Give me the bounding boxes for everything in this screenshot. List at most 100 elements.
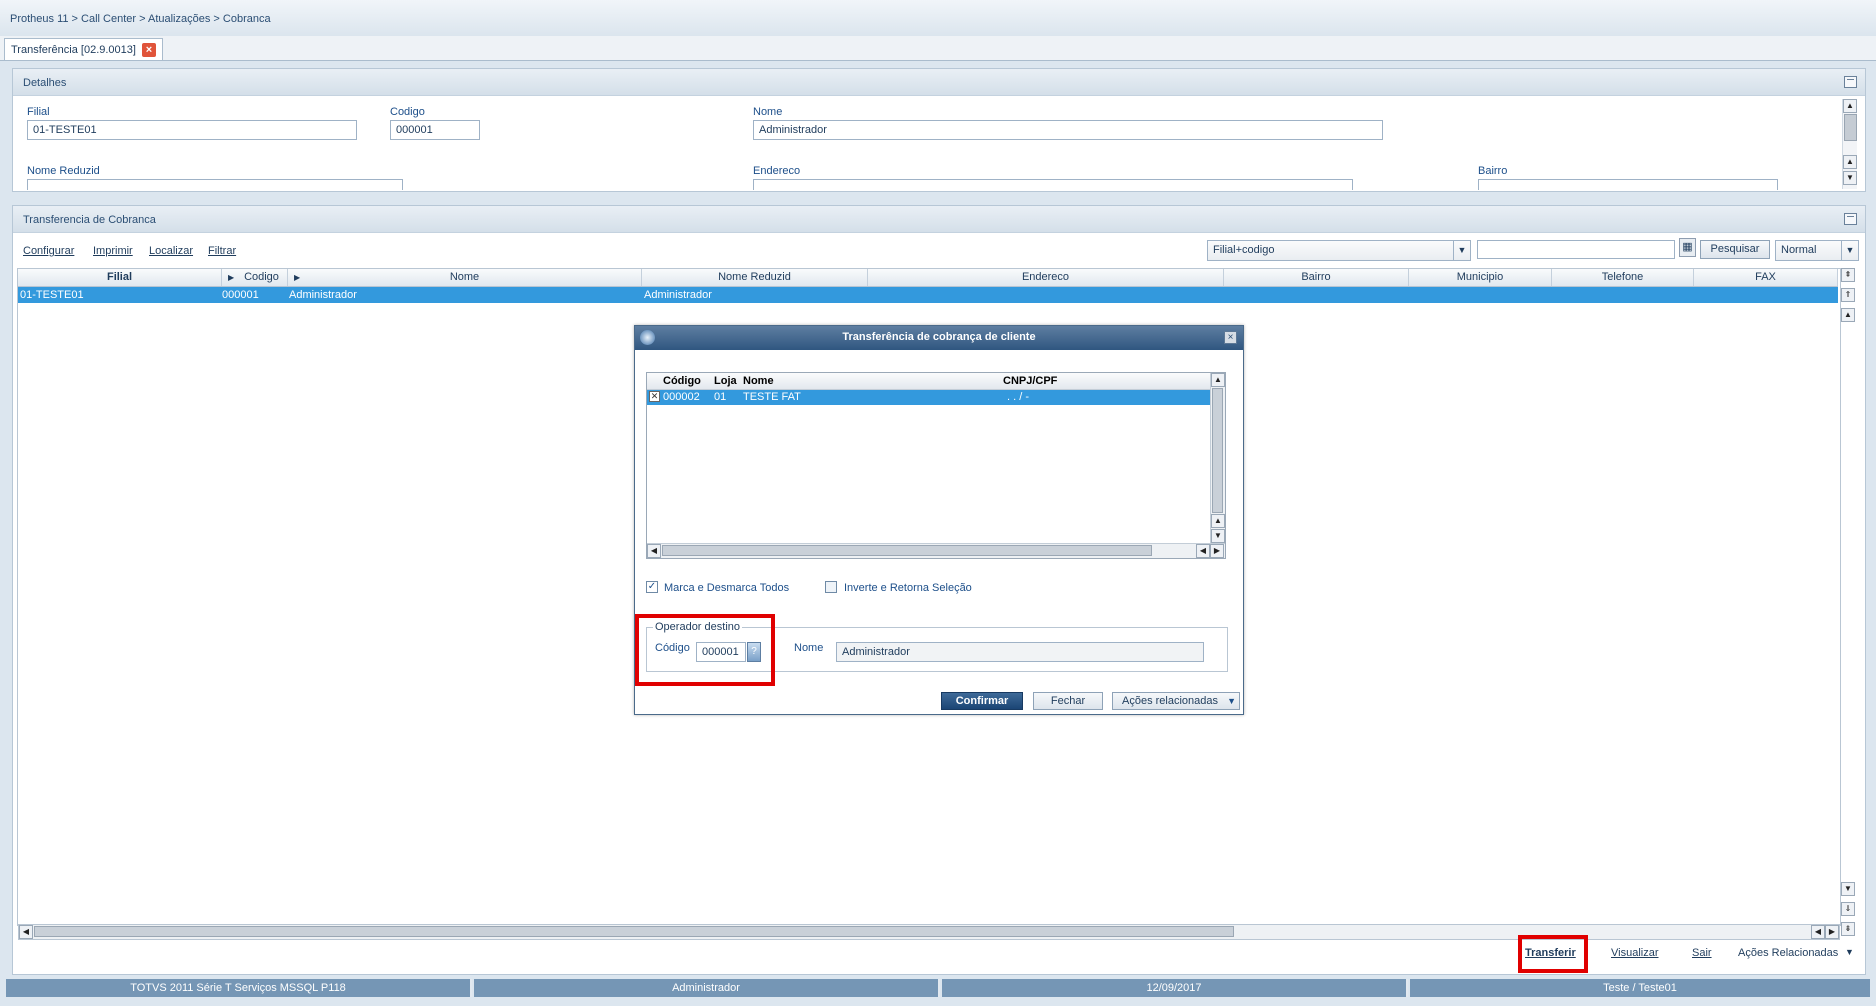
scroll-thumb[interactable]: [1844, 114, 1857, 141]
nome-input[interactable]: Administrador: [836, 642, 1204, 662]
endereco-field[interactable]: [753, 179, 1353, 190]
hscroll-thumb[interactable]: [662, 545, 1152, 556]
sort-arrow-icon: ▶: [228, 273, 235, 282]
transfer-title: Transferencia de Cobranca: [23, 214, 156, 226]
col-telefone[interactable]: Telefone: [1552, 269, 1694, 286]
col-filial[interactable]: Filial: [18, 269, 222, 286]
scroll-pageup-icon[interactable]: ⇑: [1841, 288, 1855, 302]
nome-field[interactable]: Administrador: [753, 120, 1383, 140]
col-municipio[interactable]: Municipio: [1409, 269, 1552, 286]
scroll-pagedown-icon[interactable]: ⇓: [1841, 902, 1855, 916]
status-date: 12/09/2017: [942, 979, 1408, 997]
fechar-button[interactable]: Fechar: [1033, 692, 1103, 710]
transfer-header: Transferencia de Cobranca: [13, 206, 1865, 233]
col-dialog-cnpj[interactable]: CNPJ/CPF: [1003, 375, 1057, 387]
col-dialog-nome[interactable]: Nome: [743, 375, 774, 387]
localizar-link[interactable]: Localizar: [149, 245, 193, 257]
row-checkbox-icon[interactable]: ✕: [649, 391, 660, 402]
search-input[interactable]: [1477, 240, 1675, 259]
acoes-relacionadas-dialog-button[interactable]: Ações relacionadas ▼: [1112, 692, 1240, 710]
grid-header: Filial ▶ Codigo ▶ Nome Nome Reduzid Endere…: [18, 269, 1838, 287]
tab-transferencia[interactable]: Transferência [02.9.0013] ×: [4, 38, 163, 60]
check-all-label: Marca e Desmarca Todos: [664, 582, 790, 594]
filial-field[interactable]: 01-TESTE01: [27, 120, 357, 140]
scroll-down-icon[interactable]: ▼: [1841, 882, 1855, 896]
scroll-up-icon[interactable]: ▲: [1843, 99, 1857, 113]
pesquisar-button[interactable]: Pesquisar: [1700, 240, 1770, 259]
minimize-icon[interactable]: [1844, 76, 1857, 88]
scroll-left-icon-2[interactable]: ◀: [1196, 544, 1210, 558]
scroll-down-icon[interactable]: ▼: [1211, 529, 1225, 543]
scroll-up-icon-2[interactable]: ▲: [1843, 155, 1857, 169]
highlight-transferir: [1518, 935, 1588, 973]
col-bairro[interactable]: Bairro: [1224, 269, 1409, 286]
row-codigo: 000001: [222, 289, 259, 301]
mode-select[interactable]: Normal ▼: [1775, 240, 1859, 261]
close-icon[interactable]: ×: [1224, 331, 1237, 344]
confirmar-button[interactable]: Confirmar: [941, 692, 1023, 710]
sort-arrow-icon: ▶: [294, 273, 301, 282]
chevron-down-icon[interactable]: ▼: [1845, 947, 1854, 957]
scroll-left-icon[interactable]: ◀: [19, 925, 33, 939]
scroll-right-icon[interactable]: ▶: [1825, 925, 1839, 939]
configurar-link[interactable]: Configurar: [23, 245, 74, 257]
sair-button[interactable]: Sair: [1692, 947, 1712, 959]
scroll-top-icon[interactable]: ⇞: [1841, 268, 1855, 282]
codigo-label: Codigo: [390, 106, 425, 118]
col-codigo[interactable]: ▶ Codigo: [222, 269, 288, 286]
close-icon[interactable]: ×: [141, 42, 156, 57]
col-nome-reduzid[interactable]: Nome Reduzid: [642, 269, 868, 286]
chevron-down-icon: ▼: [1227, 696, 1236, 706]
nome-reduzid-field[interactable]: [27, 179, 403, 190]
acoes-label: Ações relacionadas: [1122, 695, 1219, 707]
codigo-field[interactable]: 000001: [390, 120, 480, 140]
tab-label: Transferência [02.9.0013]: [11, 43, 136, 56]
check-all-checkbox[interactable]: ✓: [646, 581, 658, 593]
scroll-left-icon-2[interactable]: ◀: [1811, 925, 1825, 939]
filtrar-link[interactable]: Filtrar: [208, 245, 236, 257]
chevron-down-icon[interactable]: ▼: [1453, 241, 1470, 260]
scroll-bottom-icon[interactable]: ⇟: [1841, 922, 1855, 936]
bairro-field[interactable]: [1478, 179, 1778, 190]
row-filial: 01-TESTE01: [20, 289, 84, 301]
dialog-hscrollbar[interactable]: ◀ ◀ ▶: [647, 543, 1225, 558]
status-company: Teste / Teste01: [1410, 979, 1870, 997]
col-dialog-loja[interactable]: Loja: [714, 375, 737, 387]
visualizar-button[interactable]: Visualizar: [1611, 947, 1659, 959]
table-row[interactable]: 01-TESTE01 000001 Administrador Administ…: [18, 287, 1838, 303]
imprimir-link[interactable]: Imprimir: [93, 245, 133, 257]
scroll-right-icon[interactable]: ▶: [1210, 544, 1224, 558]
row-nome: Administrador: [289, 289, 357, 301]
col-endereco[interactable]: Endereco: [868, 269, 1224, 286]
dialog-vscrollbar[interactable]: ▲ ▲ ▼: [1210, 373, 1225, 543]
status-system: TOTVS 2011 Série T Serviços MSSQL P118: [6, 979, 472, 997]
details-title: Detalhes: [23, 77, 67, 89]
scroll-thumb[interactable]: [1212, 388, 1223, 513]
endereco-label: Endereco: [753, 165, 801, 177]
col-nome[interactable]: ▶ Nome: [288, 269, 642, 286]
filial-label: Filial: [27, 106, 50, 118]
dialog-title: Transferência de cobrança de cliente: [842, 331, 1036, 343]
dialog-row-nome: TESTE FAT: [743, 391, 801, 403]
calendar-icon[interactable]: ▦: [1679, 238, 1696, 257]
col-dialog-codigo[interactable]: Código: [663, 375, 701, 387]
scroll-up-icon-2[interactable]: ▲: [1211, 514, 1225, 528]
acoes-relacionadas-button[interactable]: Ações Relacionadas: [1738, 947, 1838, 959]
nome-reduzid-label: Nome Reduzid: [27, 165, 100, 177]
details-panel: Detalhes Filial 01-TESTE01 Codigo 000001…: [12, 68, 1866, 192]
scroll-up-icon[interactable]: ▲: [1841, 308, 1855, 322]
hscroll-thumb[interactable]: [34, 926, 1234, 937]
scroll-left-icon[interactable]: ◀: [647, 544, 661, 558]
transfer-dialog: Transferência de cobrança de cliente × C…: [634, 325, 1244, 715]
dialog-row-codigo: 000002: [663, 391, 700, 403]
details-scrollbar[interactable]: ▲ ▲ ▼: [1842, 99, 1857, 189]
scroll-up-icon[interactable]: ▲: [1211, 373, 1225, 387]
minimize-icon[interactable]: [1844, 213, 1857, 225]
col-fax[interactable]: FAX: [1694, 269, 1838, 286]
scroll-down-icon[interactable]: ▼: [1843, 171, 1857, 185]
chevron-down-icon[interactable]: ▼: [1841, 241, 1858, 260]
dialog-list-row[interactable]: ✕ 000002 01 TESTE FAT . . / -: [647, 390, 1211, 405]
index-select[interactable]: Filial+codigo ▼: [1207, 240, 1471, 261]
invert-checkbox[interactable]: [825, 581, 837, 593]
bairro-label: Bairro: [1478, 165, 1508, 177]
